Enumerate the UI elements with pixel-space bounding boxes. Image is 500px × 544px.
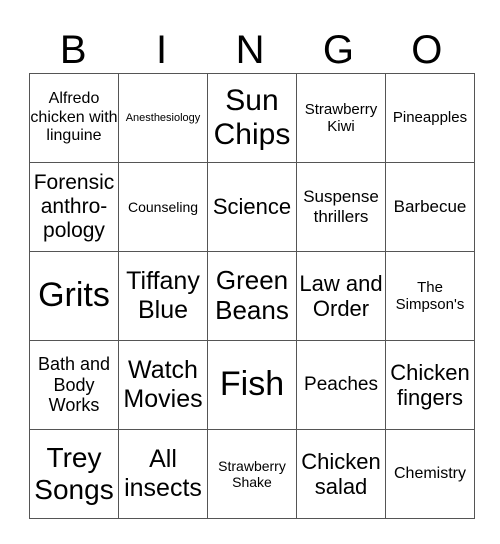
bingo-cell[interactable]: Watch Movies — [118, 340, 208, 430]
bingo-row: Forensic anthro-pology Counseling Science S… — [29, 162, 475, 252]
bingo-cell[interactable]: Peaches — [296, 340, 386, 430]
bingo-cell[interactable]: The Simpson's — [385, 251, 475, 341]
bingo-cell[interactable]: Strawberry Kiwi — [296, 73, 386, 163]
bingo-cell[interactable]: Law and Order — [296, 251, 386, 341]
bingo-cell[interactable]: Anesthesiology — [118, 73, 208, 163]
bingo-cell[interactable]: Alfredo chicken with linguine — [29, 73, 119, 163]
bingo-row: Bath and Body Works Watch Movies Fish Peach… — [29, 340, 475, 430]
bingo-cell[interactable]: Strawberry Shake — [207, 429, 297, 519]
bingo-cell[interactable]: Pineapples — [385, 73, 475, 163]
bingo-cell[interactable]: Chicken fingers — [385, 340, 475, 430]
bingo-cell[interactable]: Fish — [207, 340, 297, 430]
bingo-cell[interactable]: Counseling — [118, 162, 208, 252]
header-letter-i: I — [156, 28, 168, 72]
bingo-cell[interactable]: Tiffany Blue — [118, 251, 208, 341]
header-letter-b: B — [59, 28, 87, 72]
bingo-cell[interactable]: Chemistry — [385, 429, 475, 519]
bingo-card-grid: Alfredo chicken with linguine Anesthesiol… — [29, 73, 475, 519]
bingo-cell[interactable]: All insects — [118, 429, 208, 519]
bingo-row: Grits Tiffany Blue Green Beans Law and Orde… — [29, 251, 475, 341]
bingo-cell[interactable]: Trey Songs — [29, 429, 119, 519]
bingo-cell[interactable]: Science — [207, 162, 297, 252]
bingo-cell[interactable]: Forensic anthro-pology — [29, 162, 119, 252]
bingo-row: Alfredo chicken with linguine Anesthesiol… — [29, 73, 475, 163]
header-letter-n: N — [235, 28, 265, 72]
header-letter-g: G — [322, 28, 354, 72]
bingo-cell[interactable]: Bath and Body Works — [29, 340, 119, 430]
bingo-cell[interactable]: Suspense thrillers — [296, 162, 386, 252]
bingo-cell[interactable]: Barbecue — [385, 162, 475, 252]
bingo-cell[interactable]: Sun Chips — [207, 73, 297, 163]
bingo-cell[interactable]: Green Beans — [207, 251, 297, 341]
bingo-cell[interactable]: Grits — [29, 251, 119, 341]
bingo-row: Trey Songs All insects Strawberry Shake Chi… — [29, 429, 475, 519]
bingo-cell[interactable]: Chicken salad — [296, 429, 386, 519]
header-letter-o: O — [411, 28, 443, 72]
bingo-header: B I N G O — [29, 28, 471, 73]
